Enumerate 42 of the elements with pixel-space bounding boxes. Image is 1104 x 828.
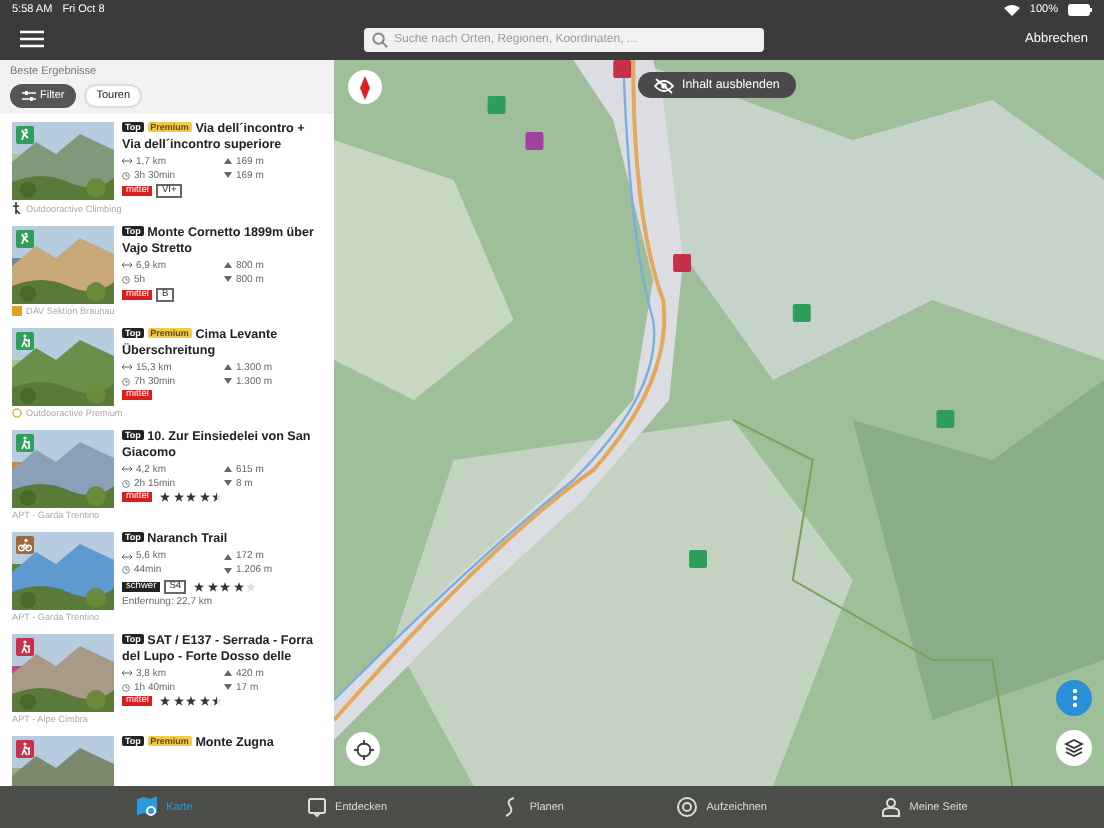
descent-icon xyxy=(224,378,232,385)
distance-icon xyxy=(122,670,132,677)
more-icon xyxy=(1071,688,1077,708)
distance-icon xyxy=(122,262,132,269)
climber-icon xyxy=(12,202,22,214)
clock-icon xyxy=(122,275,130,284)
layers-icon xyxy=(1064,738,1084,758)
sliders-icon xyxy=(22,90,36,102)
distance-icon xyxy=(122,158,132,165)
person-icon xyxy=(879,796,902,818)
menu-icon xyxy=(20,30,44,48)
descent-icon xyxy=(224,567,232,574)
distance-icon xyxy=(122,466,132,473)
ascent-icon xyxy=(224,262,232,269)
speech-bubble-icon xyxy=(305,796,328,818)
ascent-icon xyxy=(224,553,232,560)
compass-needle-icon xyxy=(360,75,370,99)
map-search-icon xyxy=(136,796,159,818)
search-icon xyxy=(372,31,388,47)
distance-icon xyxy=(122,364,132,371)
wifi-icon xyxy=(1003,3,1020,15)
club-logo-icon xyxy=(12,306,22,316)
clock-icon xyxy=(122,377,130,386)
eye-off-icon xyxy=(654,77,674,93)
clock-icon xyxy=(122,566,130,575)
descent-icon xyxy=(224,276,232,283)
clock-icon xyxy=(122,171,130,180)
premium-icon xyxy=(12,408,22,418)
distance-icon xyxy=(122,553,132,560)
descent-icon xyxy=(224,480,232,487)
clock-icon xyxy=(122,683,130,692)
clock-icon xyxy=(122,479,130,488)
menu-button[interactable] xyxy=(16,26,48,52)
record-icon xyxy=(676,796,699,818)
crosshair-icon xyxy=(353,739,373,759)
ascent-icon xyxy=(224,670,232,677)
ascent-icon xyxy=(224,466,232,473)
descent-icon xyxy=(224,684,232,691)
ascent-icon xyxy=(224,158,232,165)
battery-icon xyxy=(1068,3,1092,15)
ascent-icon xyxy=(224,364,232,371)
descent-icon xyxy=(224,172,232,179)
